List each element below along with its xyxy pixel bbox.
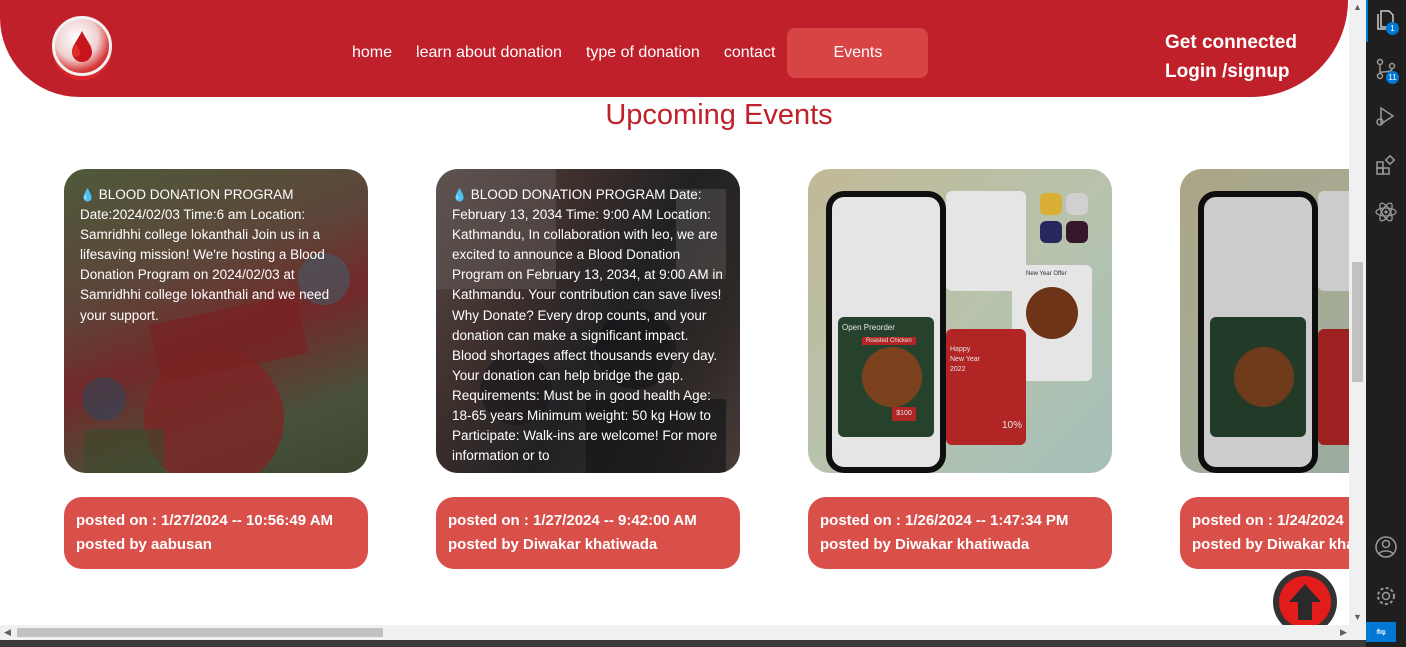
main-nav: home learn about donation type of donati… xyxy=(340,28,940,78)
posted-by: posted by Diwakar khatiwada xyxy=(820,536,1030,553)
explorer-badge: 1 xyxy=(1386,22,1399,35)
header-account-links: Get connected Login /signup xyxy=(1165,28,1297,86)
horizontal-scroll-thumb[interactable] xyxy=(17,628,383,637)
posted-on: posted on : 1/26/2024 -- 1:47:34 PM xyxy=(820,512,1069,529)
taskbar-strip xyxy=(0,640,1366,647)
nav-type-of-donation[interactable]: type of donation xyxy=(586,44,700,62)
vertical-scroll-thumb[interactable] xyxy=(1352,262,1363,382)
posted-by: posted by aabusan xyxy=(76,536,212,553)
browser-viewport: home learn about donation type of donati… xyxy=(0,0,1366,647)
vertical-scrollbar[interactable]: ▲ ▼ xyxy=(1349,0,1366,625)
event-meta: posted on : 1/27/2024 -- 10:56:49 AM pos… xyxy=(64,497,368,569)
event-card[interactable]: 💧 BLOOD DONATION PROGRAM Date:2024/02/03… xyxy=(64,169,368,473)
event-meta: posted on : 1/27/2024 -- 9:42:00 AM post… xyxy=(436,497,740,569)
card-dim-overlay xyxy=(1180,169,1366,473)
scroll-left-arrow-icon[interactable]: ◀ xyxy=(4,627,11,638)
account-icon[interactable] xyxy=(1374,535,1398,559)
explorer-icon[interactable]: 1 xyxy=(1374,8,1399,35)
source-control-badge: 11 xyxy=(1386,71,1399,84)
event-meta: posted on : 1/26/2024 -- 1:47:34 PM post… xyxy=(808,497,1112,569)
scroll-up-arrow-icon[interactable]: ▲ xyxy=(1353,2,1362,12)
horizontal-scrollbar[interactable]: ◀ ▶ xyxy=(0,625,1366,640)
posted-by: posted by Diwakar khatiwada xyxy=(1192,536,1366,553)
source-control-icon[interactable]: 11 xyxy=(1374,57,1399,84)
scroll-right-arrow-icon[interactable]: ▶ xyxy=(1340,627,1347,638)
event-description: 💧 BLOOD DONATION PROGRAM Date:2024/02/03… xyxy=(80,185,354,326)
posted-on: posted on : 1/27/2024 -- 9:42:00 AM xyxy=(448,512,697,529)
posted-on: posted on : 1/27/2024 -- 10:56:49 AM xyxy=(76,512,334,529)
blood-drop-icon: 💧 xyxy=(452,188,467,202)
event-description-text: BLOOD DONATION PROGRAM Date:2024/02/03 T… xyxy=(80,187,330,323)
react-atom-icon[interactable] xyxy=(1374,200,1398,224)
site-header: home learn about donation type of donati… xyxy=(0,0,1348,97)
blood-drop-icon: 💧 xyxy=(80,188,95,202)
login-signup-link[interactable]: Login /signup xyxy=(1165,57,1297,86)
arrow-up-icon xyxy=(1289,584,1321,620)
run-debug-icon[interactable] xyxy=(1374,104,1398,128)
page-title: Upcoming Events xyxy=(605,99,833,131)
editor-activity-bar: 1 11 xyxy=(1366,0,1406,647)
settings-gear-icon[interactable] xyxy=(1374,584,1398,608)
extensions-icon[interactable] xyxy=(1374,153,1398,177)
event-meta: posted on : 1/24/2024 posted by Diwakar … xyxy=(1180,497,1366,569)
remote-window-icon[interactable]: ⇋ xyxy=(1366,622,1396,642)
event-card[interactable] xyxy=(1180,169,1366,473)
event-description: 💧 BLOOD DONATION PROGRAM Date: February … xyxy=(452,185,726,473)
nav-learn-about-donation[interactable]: learn about donation xyxy=(416,44,562,62)
nav-events[interactable]: Events xyxy=(787,28,929,78)
card-dim-overlay xyxy=(808,169,1112,473)
nav-contact[interactable]: contact xyxy=(724,44,776,62)
event-card[interactable]: Open Preorder Roasted Chicken $100 New Y… xyxy=(808,169,1112,473)
event-card[interactable]: 💧 BLOOD DONATION PROGRAM Date: February … xyxy=(436,169,740,473)
event-description-text: BLOOD DONATION PROGRAM Date: February 13… xyxy=(452,187,723,464)
blood-drop-logo[interactable] xyxy=(52,16,112,76)
scroll-down-arrow-icon[interactable]: ▼ xyxy=(1353,612,1362,622)
nav-home[interactable]: home xyxy=(352,44,392,62)
posted-by: posted by Diwakar khatiwada xyxy=(448,536,658,553)
posted-on: posted on : 1/24/2024 xyxy=(1192,512,1344,529)
get-connected-link[interactable]: Get connected xyxy=(1165,28,1297,57)
